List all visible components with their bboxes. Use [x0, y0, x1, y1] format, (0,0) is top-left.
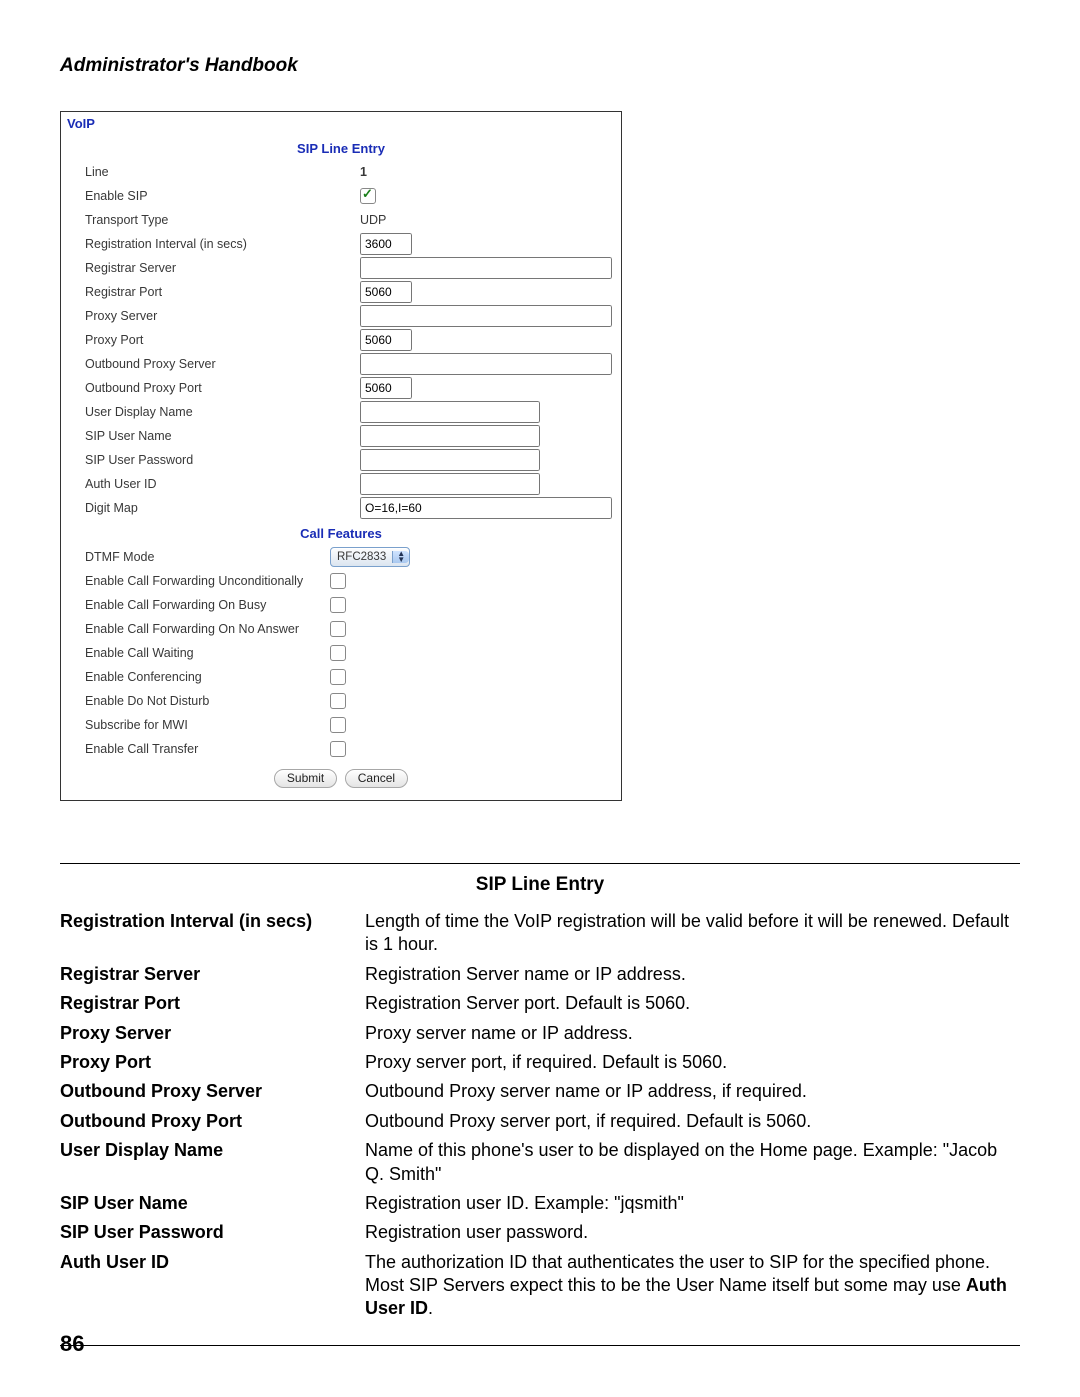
description-section: SIP Line Entry Registration Interval (in…	[60, 863, 1020, 1346]
dnd-checkbox[interactable]	[330, 693, 346, 709]
dtmf-mode-value: RFC2833	[331, 551, 392, 563]
outbound-proxy-server-label: Outbound Proxy Server	[67, 357, 360, 371]
proxy-port-input[interactable]	[360, 329, 412, 351]
registrar-port-label: Registrar Port	[67, 285, 360, 299]
auth-user-row: Auth User ID The authorization ID that a…	[60, 1251, 1020, 1321]
dnd-label: Enable Do Not Disturb	[67, 694, 330, 708]
desc-row: SIP User PasswordRegistration user passw…	[60, 1221, 1020, 1244]
registration-interval-input[interactable]	[360, 233, 412, 255]
call-features-heading: Call Features	[61, 526, 621, 541]
divider	[60, 863, 1020, 864]
user-display-name-label: User Display Name	[67, 405, 360, 419]
desc-term: Registrar Port	[60, 992, 365, 1015]
desc-term: SIP User Password	[60, 1221, 365, 1244]
desc-term: User Display Name	[60, 1139, 365, 1186]
mwi-checkbox[interactable]	[330, 717, 346, 733]
digit-map-label: Digit Map	[67, 501, 360, 515]
call-transfer-checkbox[interactable]	[330, 741, 346, 757]
desc-term: Proxy Port	[60, 1051, 365, 1074]
desc-row: Registration Interval (in secs)Length of…	[60, 910, 1020, 957]
desc-definition: Name of this phone's user to be displaye…	[365, 1139, 1020, 1186]
voip-panel: VoIP SIP Line Entry Line 1 Enable SIP Tr…	[60, 111, 622, 801]
table-title: SIP Line Entry	[60, 874, 1020, 896]
outbound-proxy-port-label: Outbound Proxy Port	[67, 381, 360, 395]
enable-sip-label: Enable SIP	[67, 189, 360, 203]
sip-line-entry-heading: SIP Line Entry	[61, 141, 621, 156]
desc-definition: Registration user password.	[365, 1221, 1020, 1244]
desc-row: Registrar PortRegistration Server port. …	[60, 992, 1020, 1015]
user-display-name-input[interactable]	[360, 401, 540, 423]
desc-row: Registrar ServerRegistration Server name…	[60, 963, 1020, 986]
divider	[60, 1345, 1020, 1346]
proxy-server-label: Proxy Server	[67, 309, 360, 323]
conferencing-checkbox[interactable]	[330, 669, 346, 685]
desc-row: Outbound Proxy PortOutbound Proxy server…	[60, 1110, 1020, 1133]
desc-definition: Proxy server port, if required. Default …	[365, 1051, 1020, 1074]
sip-user-password-input[interactable]	[360, 449, 540, 471]
cf-busy-checkbox[interactable]	[330, 597, 346, 613]
desc-row: Proxy ServerProxy server name or IP addr…	[60, 1022, 1020, 1045]
sip-user-name-label: SIP User Name	[67, 429, 360, 443]
cf-noanswer-label: Enable Call Forwarding On No Answer	[67, 622, 330, 636]
dtmf-mode-label: DTMF Mode	[67, 550, 330, 564]
registrar-server-input[interactable]	[360, 257, 612, 279]
desc-row: Outbound Proxy ServerOutbound Proxy serv…	[60, 1080, 1020, 1103]
desc-definition: Registration user ID. Example: "jqsmith"	[365, 1192, 1020, 1215]
outbound-proxy-server-input[interactable]	[360, 353, 612, 375]
dtmf-mode-select[interactable]: RFC2833 ▲▼	[330, 547, 410, 567]
sip-user-password-label: SIP User Password	[67, 453, 360, 467]
panel-heading: VoIP	[61, 114, 621, 135]
cf-busy-label: Enable Call Forwarding On Busy	[67, 598, 330, 612]
cf-unconditional-checkbox[interactable]	[330, 573, 346, 589]
cancel-button[interactable]: Cancel	[345, 769, 408, 788]
cf-unconditional-label: Enable Call Forwarding Unconditionally	[67, 574, 330, 588]
digit-map-input[interactable]	[360, 497, 612, 519]
desc-definition: Proxy server name or IP address.	[365, 1022, 1020, 1045]
desc-term: Registrar Server	[60, 963, 365, 986]
conferencing-label: Enable Conferencing	[67, 670, 330, 684]
proxy-port-label: Proxy Port	[67, 333, 360, 347]
enable-sip-checkbox[interactable]	[360, 188, 376, 204]
mwi-label: Subscribe for MWI	[67, 718, 330, 732]
desc-definition: Registration Server port. Default is 506…	[365, 992, 1020, 1015]
proxy-server-input[interactable]	[360, 305, 612, 327]
desc-term: Outbound Proxy Port	[60, 1110, 365, 1133]
select-arrows-icon: ▲▼	[392, 551, 409, 563]
line-label: Line	[67, 165, 360, 179]
desc-row: SIP User NameRegistration user ID. Examp…	[60, 1192, 1020, 1215]
call-waiting-checkbox[interactable]	[330, 645, 346, 661]
desc-definition: Outbound Proxy server port, if required.…	[365, 1110, 1020, 1133]
auth-user-term: Auth User ID	[60, 1251, 365, 1321]
desc-definition: Registration Server name or IP address.	[365, 963, 1020, 986]
submit-button[interactable]: Submit	[274, 769, 337, 788]
desc-row: Proxy PortProxy server port, if required…	[60, 1051, 1020, 1074]
desc-row: User Display NameName of this phone's us…	[60, 1139, 1020, 1186]
call-transfer-label: Enable Call Transfer	[67, 742, 330, 756]
desc-definition: Outbound Proxy server name or IP address…	[365, 1080, 1020, 1103]
line-value: 1	[360, 165, 367, 179]
desc-term: Outbound Proxy Server	[60, 1080, 365, 1103]
desc-definition: Length of time the VoIP registration wil…	[365, 910, 1020, 957]
desc-term: Proxy Server	[60, 1022, 365, 1045]
registrar-server-label: Registrar Server	[67, 261, 360, 275]
outbound-proxy-port-input[interactable]	[360, 377, 412, 399]
auth-user-id-input[interactable]	[360, 473, 540, 495]
page-number: 86	[60, 1331, 84, 1357]
auth-user-desc: The authorization ID that authenticates …	[365, 1251, 1020, 1321]
registrar-port-input[interactable]	[360, 281, 412, 303]
registration-interval-label: Registration Interval (in secs)	[67, 237, 360, 251]
book-title: Administrator's Handbook	[60, 55, 1020, 77]
transport-type-value: UDP	[360, 213, 386, 227]
transport-type-label: Transport Type	[67, 213, 360, 227]
cf-noanswer-checkbox[interactable]	[330, 621, 346, 637]
sip-user-name-input[interactable]	[360, 425, 540, 447]
desc-term: Registration Interval (in secs)	[60, 910, 365, 957]
desc-term: SIP User Name	[60, 1192, 365, 1215]
call-waiting-label: Enable Call Waiting	[67, 646, 330, 660]
auth-user-id-label: Auth User ID	[67, 477, 360, 491]
